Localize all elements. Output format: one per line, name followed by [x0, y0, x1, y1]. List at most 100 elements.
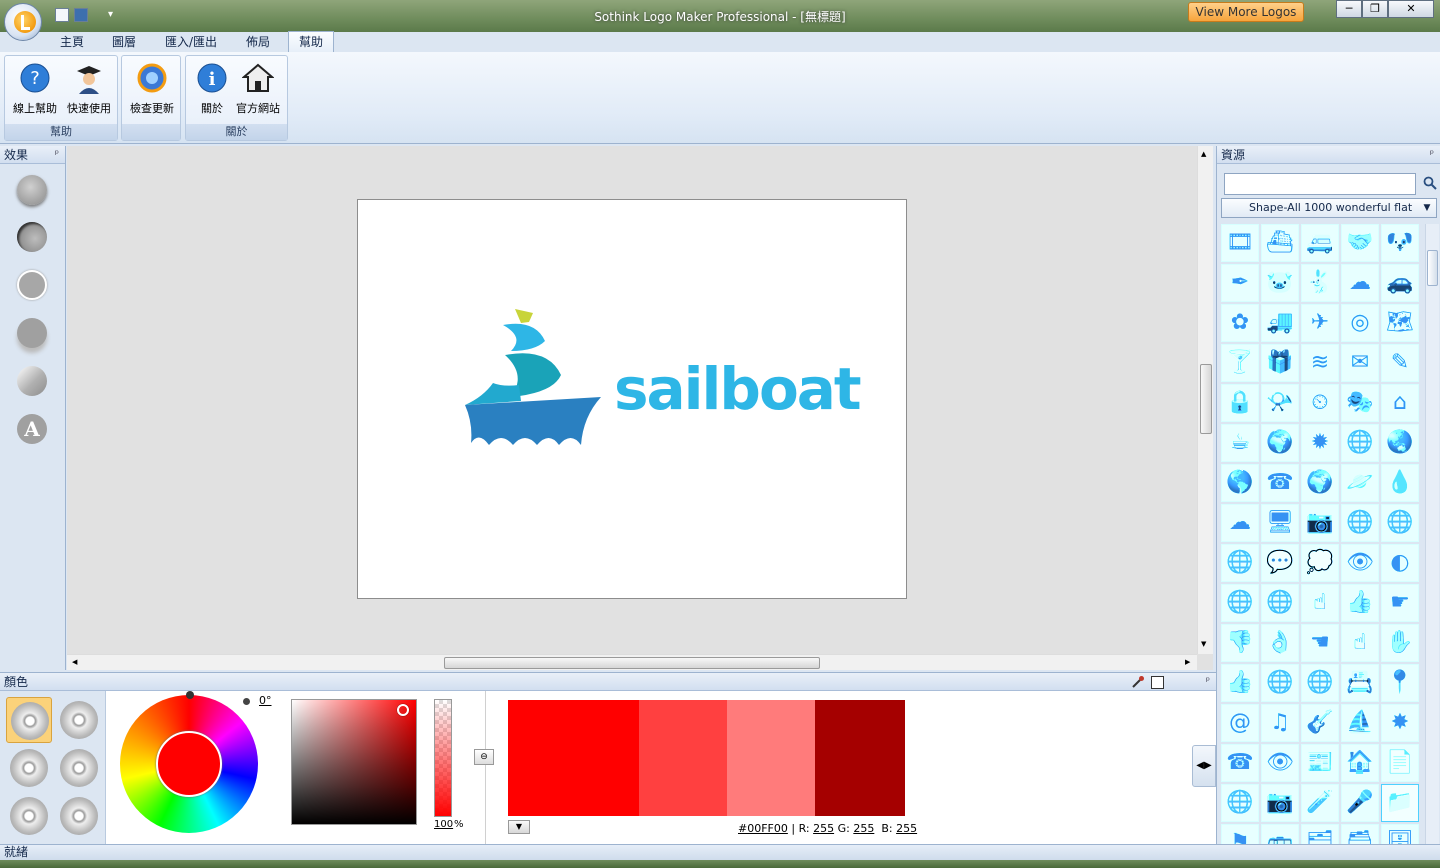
resource-shape-icon[interactable]: 🧪: [1301, 784, 1339, 822]
resource-shape-icon[interactable]: 👍: [1341, 584, 1379, 622]
preset-three-stop[interactable]: [6, 745, 52, 791]
resource-shape-icon[interactable]: 🌐: [1221, 784, 1259, 822]
selected-color-circle[interactable]: [156, 731, 222, 797]
swatch-main[interactable]: [508, 700, 639, 816]
resource-shape-icon[interactable]: 🗃: [1341, 824, 1379, 844]
resource-shape-icon[interactable]: 📍: [1381, 664, 1419, 702]
resource-shape-icon[interactable]: ☎: [1261, 464, 1299, 502]
sailboat-logo-icon[interactable]: [463, 305, 603, 450]
canvas-area[interactable]: sailboat ▲ ▼ ◀ ▶: [67, 146, 1213, 670]
close-button[interactable]: ✕: [1388, 0, 1434, 18]
preset-six-stop[interactable]: [56, 793, 102, 839]
effect-bevel[interactable]: [17, 175, 47, 205]
resource-shape-icon[interactable]: ♫: [1261, 704, 1299, 742]
effect-shadow[interactable]: [17, 318, 47, 348]
swatch-dark[interactable]: [815, 700, 905, 816]
resource-shape-icon[interactable]: ✒: [1221, 264, 1259, 302]
about-button[interactable]: i 關於: [186, 60, 238, 120]
pin-icon[interactable]: ᵖ: [1206, 673, 1210, 691]
resource-shape-icon[interactable]: 🌍: [1301, 464, 1339, 502]
swatch-menu-icon[interactable]: ▼: [508, 820, 530, 834]
resource-shape-icon[interactable]: 🗂: [1301, 824, 1339, 844]
resource-shape-icon[interactable]: 🖥: [1261, 504, 1299, 542]
resource-shape-icon[interactable]: 🌐: [1341, 504, 1379, 542]
resource-shape-icon[interactable]: ☝: [1341, 624, 1379, 662]
resource-shape-icon[interactable]: 🎸: [1301, 704, 1339, 742]
canvas-vscroll-thumb[interactable]: [1200, 364, 1212, 434]
eyedropper-icon[interactable]: [1131, 675, 1145, 689]
saturation-brightness-box[interactable]: [291, 699, 417, 825]
online-help-button[interactable]: ? 線上幫助: [9, 60, 61, 120]
resource-shape-icon[interactable]: ☚: [1301, 624, 1339, 662]
canvas-vertical-scrollbar[interactable]: ▲ ▼: [1197, 146, 1213, 654]
tab-help[interactable]: 幫助: [288, 31, 334, 53]
resource-shape-icon[interactable]: 💭: [1301, 544, 1339, 582]
resource-shape-icon[interactable]: 🐇: [1301, 264, 1339, 302]
resource-shape-icon[interactable]: 🌐: [1301, 664, 1339, 702]
resource-shape-icon[interactable]: 🪐: [1341, 464, 1379, 502]
resource-shape-icon[interactable]: 📯: [1261, 384, 1299, 422]
pin-icon[interactable]: ᵖ: [55, 146, 59, 164]
scroll-up-icon[interactable]: ▲: [1201, 150, 1206, 158]
resource-shape-icon[interactable]: ✉: [1341, 344, 1379, 382]
logo-text[interactable]: sailboat: [614, 355, 862, 423]
restore-button[interactable]: ❐: [1362, 0, 1388, 18]
preset-radial[interactable]: [6, 697, 52, 743]
resource-shape-icon[interactable]: 🎭: [1341, 384, 1379, 422]
resource-shape-icon[interactable]: 🌐: [1381, 504, 1419, 542]
resource-shape-icon[interactable]: 🌐: [1341, 424, 1379, 462]
resource-shape-icon[interactable]: ✿: [1221, 304, 1259, 342]
scroll-down-icon[interactable]: ▼: [1201, 640, 1206, 648]
resource-shape-icon[interactable]: 🔒: [1221, 384, 1259, 422]
effect-stroke[interactable]: [17, 270, 47, 300]
angle-value[interactable]: 0°: [259, 694, 272, 707]
resource-shape-icon[interactable]: 📷: [1301, 504, 1339, 542]
hex-value[interactable]: #00FF00: [738, 822, 788, 835]
tab-home[interactable]: 主頁: [50, 32, 94, 52]
resource-shape-icon[interactable]: ☎: [1221, 744, 1259, 782]
resource-shape-icon[interactable]: 🌐: [1261, 664, 1299, 702]
quick-start-button[interactable]: 快速使用: [63, 60, 115, 120]
official-site-button[interactable]: 官方網站: [232, 60, 284, 120]
tab-import-export[interactable]: 匯入/匯出: [160, 32, 222, 52]
resource-shape-icon[interactable]: ⌂: [1381, 384, 1419, 422]
canvas-hscroll-thumb[interactable]: [444, 657, 820, 669]
resource-shape-icon[interactable]: ✈: [1301, 304, 1339, 342]
resource-shape-icon[interactable]: @: [1221, 704, 1259, 742]
resource-shape-icon[interactable]: 🗺: [1381, 304, 1419, 342]
resource-shape-icon[interactable]: ✹: [1301, 424, 1339, 462]
resource-shape-icon[interactable]: 🌎: [1221, 464, 1259, 502]
resource-shape-icon[interactable]: 👍: [1221, 664, 1259, 702]
preset-four-stop[interactable]: [56, 745, 102, 791]
effect-emboss[interactable]: [17, 222, 47, 252]
check-update-button[interactable]: 檢查更新: [126, 60, 178, 120]
resource-shape-icon[interactable]: ☝: [1301, 584, 1339, 622]
resource-shape-icon[interactable]: 📰: [1301, 744, 1339, 782]
resource-shape-icon[interactable]: ≋: [1301, 344, 1339, 382]
resource-shape-icon[interactable]: ◐: [1381, 544, 1419, 582]
resource-shape-icon[interactable]: 🎁: [1261, 344, 1299, 382]
resource-shape-icon[interactable]: 👌: [1261, 624, 1299, 662]
hue-handle[interactable]: [186, 691, 194, 699]
resource-shape-icon[interactable]: 🚌: [1261, 824, 1299, 844]
tab-layout[interactable]: 佈局: [236, 32, 280, 52]
resource-shape-icon[interactable]: 🚚: [1261, 304, 1299, 342]
collapse-panel-icon[interactable]: ◀▶: [1192, 745, 1216, 787]
r-value[interactable]: 255: [813, 822, 834, 835]
resource-shape-icon[interactable]: 🐷: [1261, 264, 1299, 302]
resource-shape-icon[interactable]: 🗄: [1381, 824, 1419, 844]
resources-scrollbar[interactable]: [1425, 224, 1439, 844]
resource-shape-icon[interactable]: 💬: [1261, 544, 1299, 582]
preset-linear[interactable]: [56, 697, 102, 743]
resources-scroll-thumb[interactable]: [1427, 250, 1438, 286]
resource-shape-icon[interactable]: ✋: [1381, 624, 1419, 662]
canvas-horizontal-scrollbar[interactable]: ◀ ▶: [67, 654, 1197, 670]
resource-search-input[interactable]: [1224, 173, 1416, 195]
resource-shape-icon[interactable]: 🌐: [1221, 584, 1259, 622]
resource-shape-icon[interactable]: 📇: [1341, 664, 1379, 702]
resource-shape-icon[interactable]: 🎞: [1221, 224, 1259, 262]
resource-shape-icon[interactable]: 🌐: [1221, 544, 1259, 582]
effect-text-icon[interactable]: A: [17, 414, 47, 444]
opacity-value[interactable]: 100: [434, 819, 453, 830]
g-value[interactable]: 255: [853, 822, 874, 835]
